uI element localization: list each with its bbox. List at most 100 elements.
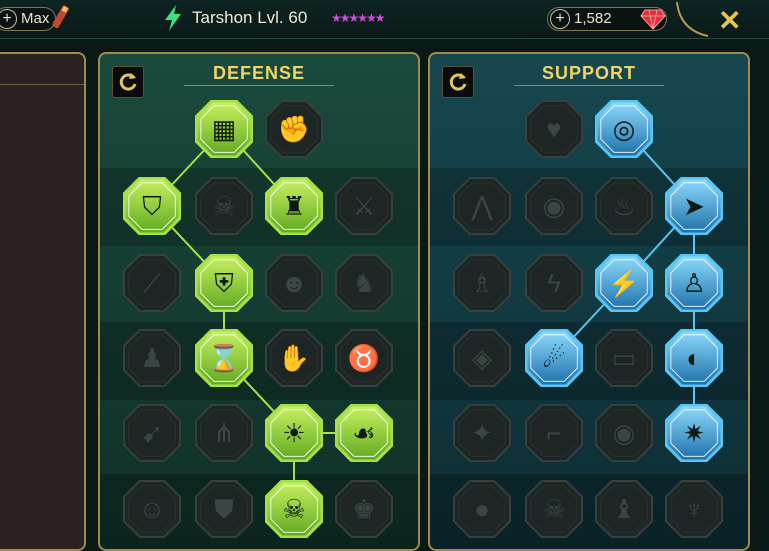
mastery-node-active[interactable]: ♜	[265, 177, 323, 235]
knight-shield-icon: ⛨	[214, 268, 234, 298]
mastery-node-locked[interactable]: ⋔	[195, 404, 253, 462]
mastery-node-active[interactable]: ☀	[265, 404, 323, 462]
mastery-node-locked[interactable]: ◉	[525, 177, 583, 235]
mastery-node-active[interactable]: ➤	[665, 177, 723, 235]
robed-figure-icon: ♝	[612, 494, 636, 524]
hourglass-burst-icon: ⌛	[207, 343, 241, 373]
twin-figures-icon: ♙	[682, 268, 706, 298]
skull-icon: ☠	[542, 494, 566, 524]
praying-hands-icon: ⋀	[471, 191, 493, 221]
energy-bolt-icon	[162, 4, 184, 32]
runner-icon: ➹	[141, 418, 163, 448]
mastery-node-locked[interactable]: ◉	[595, 404, 653, 462]
bomb-icon: ●	[474, 494, 490, 524]
mastery-node-locked[interactable]: ⚔	[335, 177, 393, 235]
mastery-node-locked[interactable]: ♞	[335, 254, 393, 312]
mastery-node-active[interactable]: ◎	[595, 100, 653, 158]
mastery-node-locked[interactable]: ⌐	[525, 404, 583, 462]
champion-title: Tarshon Lvl. 60	[192, 8, 308, 27]
mask-icon: ☺	[138, 494, 166, 524]
mastery-node-active[interactable]: ☠	[265, 480, 323, 538]
eye-icon: ◉	[612, 418, 636, 448]
helmet-bust-icon: ♞	[352, 268, 376, 298]
crossed-swords-icon: ⚔	[352, 191, 376, 221]
spark-figure-icon: ✷	[683, 418, 705, 448]
skull-fire-icon: ♨	[612, 191, 636, 221]
offense-panel-partial	[0, 52, 86, 551]
mastery-node-active[interactable]: ⚡	[595, 254, 653, 312]
compass-star-icon: ✦	[471, 418, 493, 448]
angry-eyes-icon: ◐	[686, 343, 702, 373]
mastery-node-locked[interactable]: ☻	[265, 254, 323, 312]
mastery-node-locked[interactable]: ◈	[453, 329, 511, 387]
mastery-node-locked[interactable]: ▭	[595, 329, 653, 387]
scroll-icon	[50, 4, 72, 30]
shield-chevron-icon: ⛉	[142, 191, 162, 221]
mastery-node-active[interactable]: ▦	[195, 100, 253, 158]
mastery-node-active[interactable]: ⌛	[195, 329, 253, 387]
mastery-node-locked[interactable]: ♝	[595, 480, 653, 538]
horned-skull-icon: ♉	[347, 343, 381, 373]
ghost-skull-icon: ☠	[282, 494, 306, 524]
mastery-node-locked[interactable]: ♨	[595, 177, 653, 235]
face-icon: ☻	[280, 268, 308, 298]
top-bar: + Max Tarshon Lvl. 60 ★★★★★★ +1,582 ✕	[0, 0, 769, 39]
open-book-icon: ▭	[611, 343, 637, 373]
lightning-shield-icon: ϟ	[547, 268, 561, 298]
shattered-target-icon: ◎	[612, 114, 636, 144]
eagle-icon: ♆	[684, 494, 704, 524]
mastery-node-locked[interactable]: ♉	[335, 329, 393, 387]
mastery-node-locked[interactable]: ☺	[123, 480, 181, 538]
plus-icon: +	[0, 9, 17, 29]
shield-face-icon: ⛊	[214, 494, 234, 524]
crack-blast-icon: ⚡	[607, 268, 641, 298]
mastery-node-locked[interactable]: ⛊	[195, 480, 253, 538]
mastery-node-locked[interactable]: ♚	[335, 480, 393, 538]
mastery-node-locked[interactable]: ♟	[123, 329, 181, 387]
star-rating: ★★★★★★	[331, 11, 386, 25]
mastery-node-locked[interactable]: ✦	[453, 404, 511, 462]
mastery-node-locked[interactable]: ♥	[525, 100, 583, 158]
dagger-slash-icon: ⟋	[142, 268, 162, 298]
close-icon[interactable]: ✕	[718, 4, 741, 37]
mastery-node-locked[interactable]: ➹	[123, 404, 181, 462]
heart-sparkle-icon: ♥	[546, 114, 562, 144]
mastery-node-active[interactable]: ☄	[525, 329, 583, 387]
warrior-icon: ♚	[352, 494, 376, 524]
mastery-node-locked[interactable]: ●	[453, 480, 511, 538]
max-label: Max	[21, 10, 50, 27]
mastery-node-locked[interactable]: ☠	[195, 177, 253, 235]
mastery-node-locked[interactable]: ⋀	[453, 177, 511, 235]
mastery-node-active[interactable]: ◐	[665, 329, 723, 387]
defense-panel: DEFENSE ▦ ✊ ⛉ ☠ ♜ ⚔ ⟋ ⛨ ☻ ♞ ♟ ⌛ ✋ ♉ ➹ ⋔ …	[98, 52, 420, 551]
gems-value: 1,582	[574, 10, 612, 27]
concentric-shield-icon: ◉	[542, 191, 566, 221]
meteor-icon: ☄	[542, 343, 566, 373]
mastery-node-active[interactable]: ♙	[665, 254, 723, 312]
mastery-node-locked[interactable]: ✋	[265, 329, 323, 387]
claw-icon: ⋔	[213, 418, 235, 448]
max-upgrade-button[interactable]: + Max	[0, 7, 56, 31]
open-hand-icon: ✋	[277, 343, 311, 373]
mastery-node-active[interactable]: ☙	[335, 404, 393, 462]
mastery-node-locked[interactable]: ϟ	[525, 254, 583, 312]
mastery-node-locked[interactable]: ✊	[265, 100, 323, 158]
mastery-node-locked[interactable]: ⟋	[123, 254, 181, 312]
mastery-node-locked[interactable]: ♗	[453, 254, 511, 312]
healing-hand-icon: ☙	[352, 418, 376, 448]
mastery-node-locked[interactable]: ♆	[665, 480, 723, 538]
armored-figure-icon: ♟	[140, 343, 164, 373]
fist-icon: ✊	[277, 114, 311, 144]
statue-icon: ♗	[470, 268, 494, 298]
plus-icon: +	[550, 9, 570, 29]
mastery-node-active[interactable]: ⛨	[195, 254, 253, 312]
muscle-warrior-icon: ♜	[282, 191, 306, 221]
support-panel: SUPPORT ♥ ◎ ⋀ ◉ ♨ ➤ ♗ ϟ ⚡ ♙ ◈ ☄ ▭ ◐ ✦ ⌐ …	[428, 52, 750, 551]
mastery-node-active[interactable]: ⛉	[123, 177, 181, 235]
mastery-node-active[interactable]: ✷	[665, 404, 723, 462]
ornament-icon	[674, 0, 710, 38]
mastery-node-locked[interactable]: ☠	[525, 480, 583, 538]
skull-torch-icon: ☠	[212, 191, 236, 221]
boot-icon: ⌐	[546, 418, 562, 448]
radiant-skull-icon: ☀	[282, 418, 306, 448]
